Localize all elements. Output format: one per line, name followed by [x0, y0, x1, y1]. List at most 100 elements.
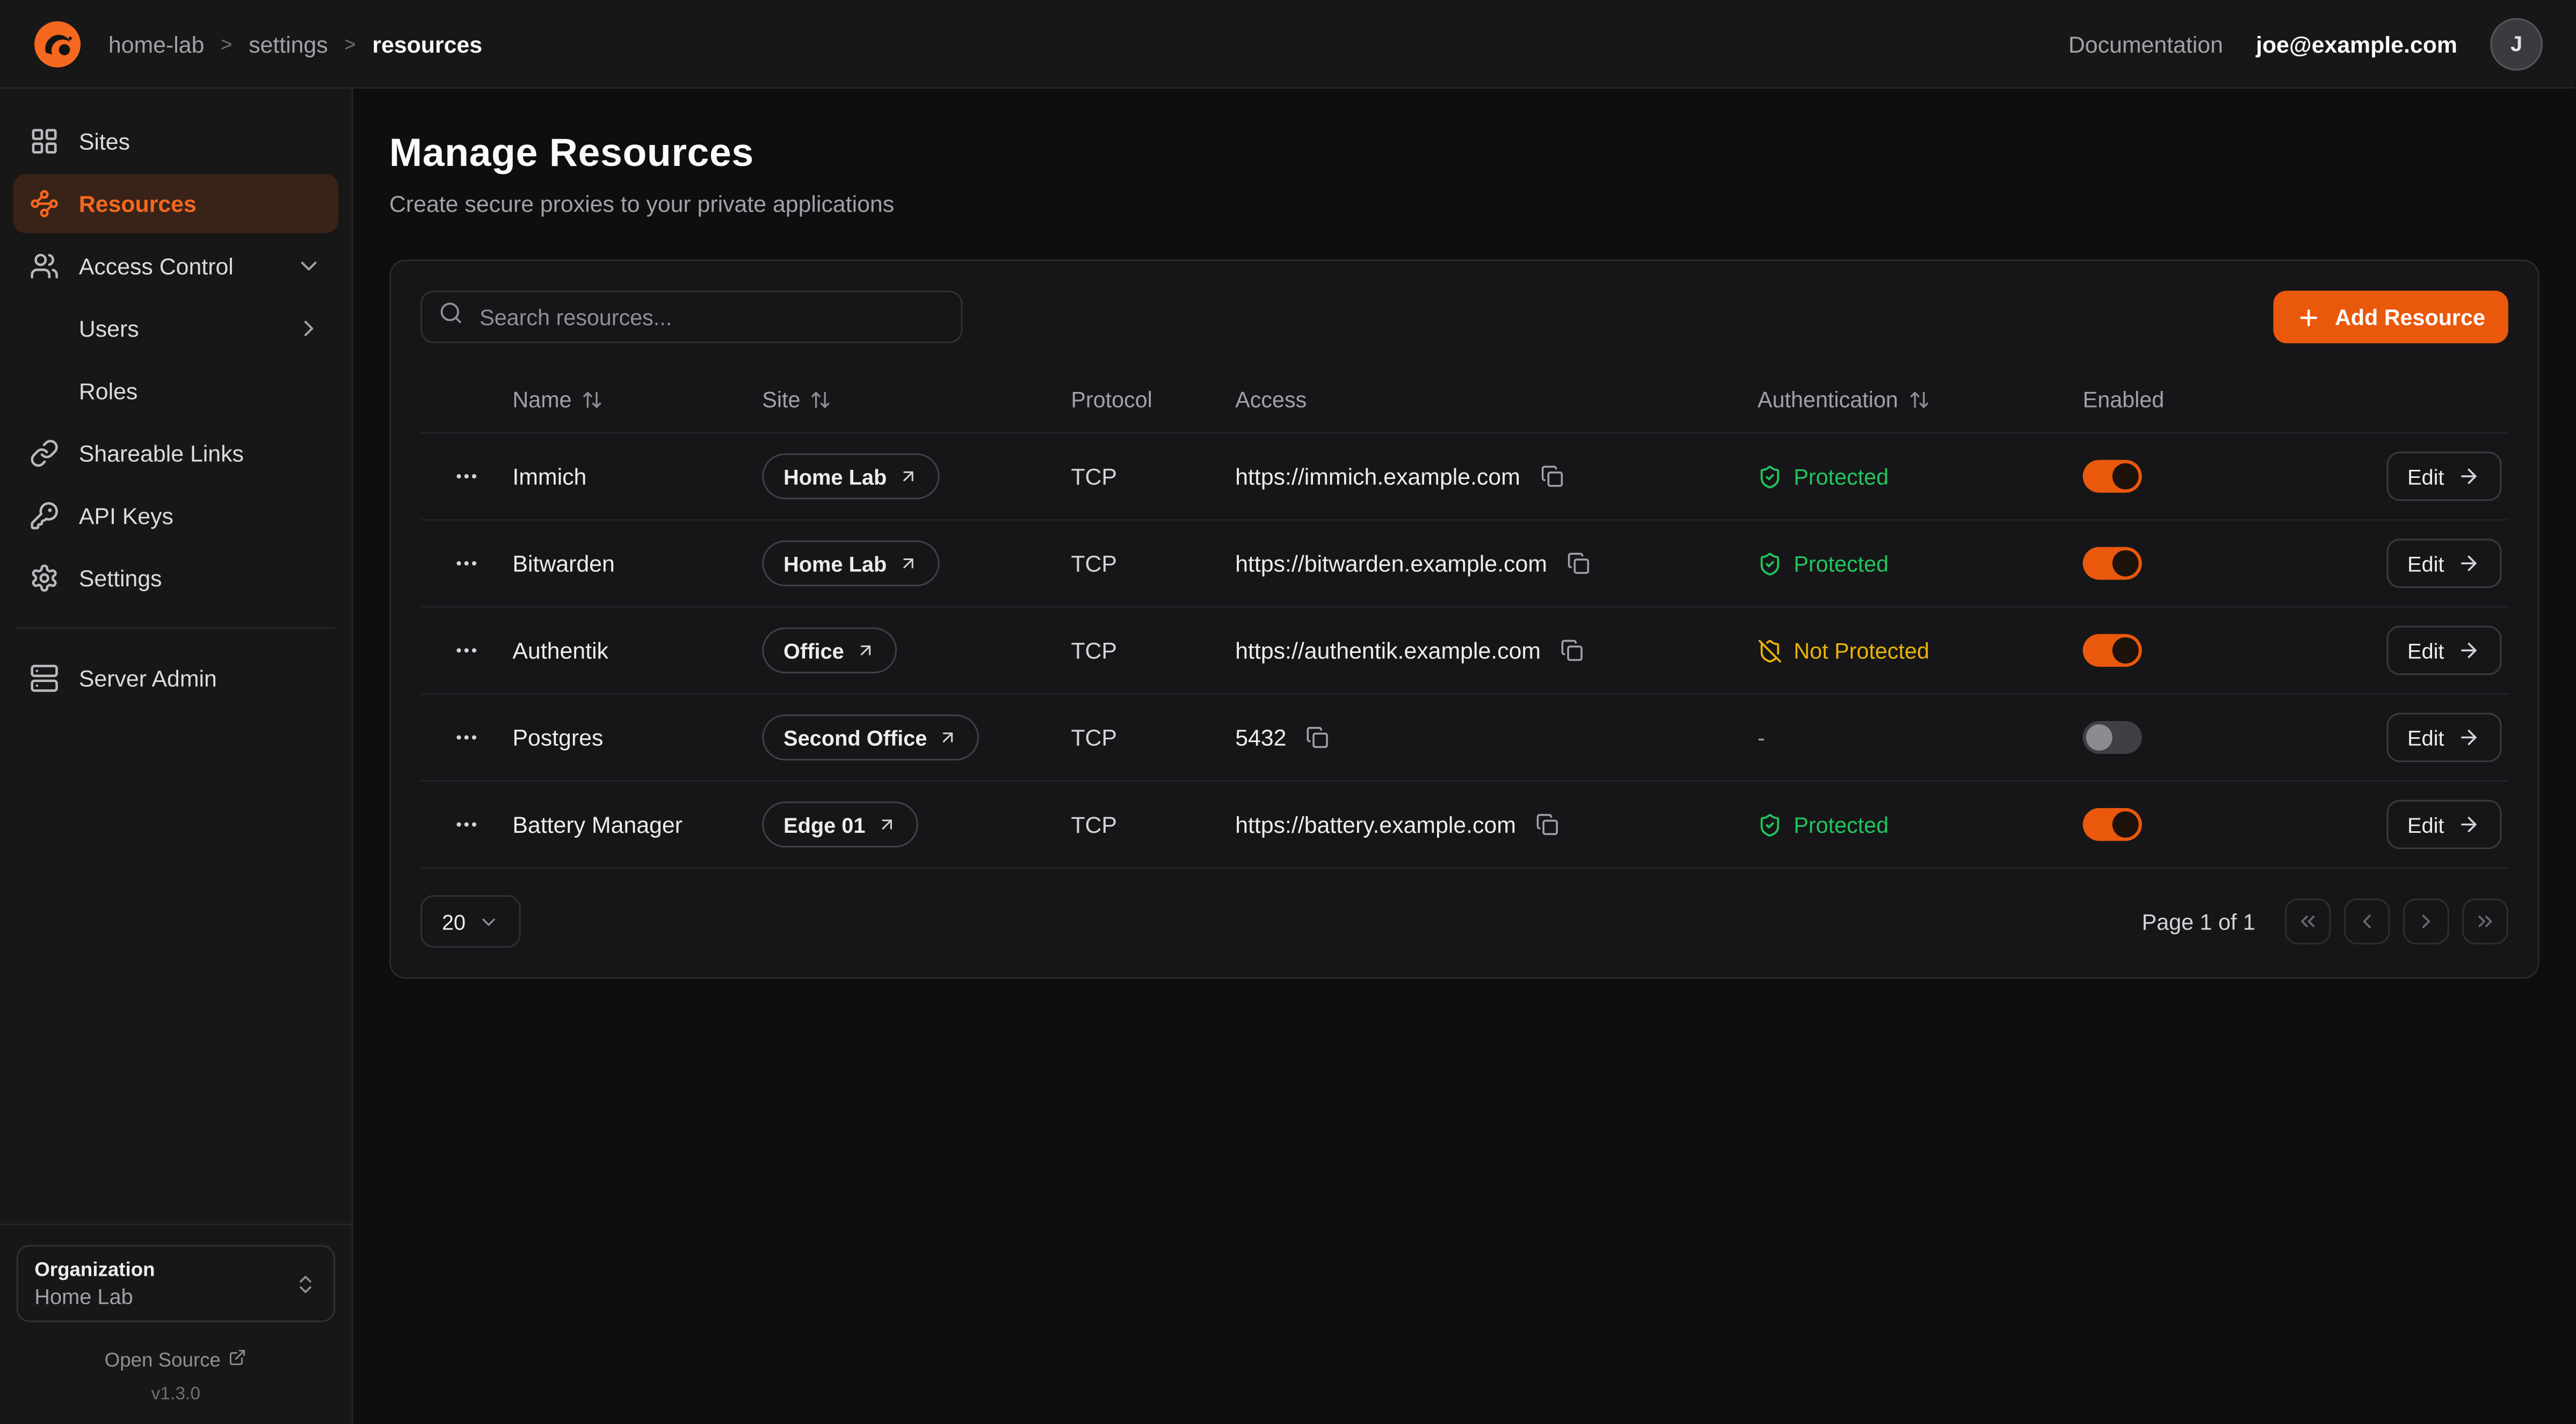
column-header-authentication[interactable]: Authentication [1758, 387, 2083, 411]
edit-button[interactable]: Edit [2386, 713, 2501, 762]
sidebar-item-resources[interactable]: Resources [13, 174, 338, 233]
authentication-status: - [1758, 725, 2083, 750]
next-page-button[interactable] [2403, 898, 2449, 945]
site-link[interactable]: Second Office [762, 715, 979, 761]
table-row: Postgres Second Office TCP 5432 - Edit [420, 695, 2508, 782]
plus-icon [2297, 304, 2322, 329]
sidebar-item-access-control[interactable]: Access Control [13, 236, 338, 295]
enabled-toggle[interactable] [2083, 460, 2142, 492]
copy-button[interactable] [1537, 462, 1566, 491]
arrow-right-icon [2457, 552, 2480, 575]
table-row: Battery Manager Edge 01 TCP https://batt… [420, 782, 2508, 869]
page-title: Manage Resources [389, 132, 2539, 178]
sidebar-item-server-admin[interactable]: Server Admin [13, 649, 338, 708]
shield-check-icon [1758, 551, 1782, 576]
edit-label: Edit [2407, 551, 2444, 576]
enabled-toggle[interactable] [2083, 634, 2142, 667]
resource-name: Postgres [512, 724, 762, 751]
breadcrumb-home-lab[interactable]: home-lab [108, 31, 205, 57]
sidebar-item-label: Roles [79, 378, 137, 404]
column-header-label: Name [512, 387, 571, 411]
enabled-toggle[interactable] [2083, 547, 2142, 580]
sidebar-item-roles[interactable]: Roles [13, 361, 338, 420]
breadcrumb: home-lab > settings > resources [108, 31, 482, 57]
arrow-right-icon [2457, 726, 2480, 749]
pagination: Page 1 of 1 [2142, 898, 2508, 945]
arrow-up-right-icon [898, 467, 918, 486]
authentication-status: Protected [1758, 551, 2083, 576]
table-row: Authentik Office TCP https://authentik.e… [420, 608, 2508, 695]
sort-icon [1908, 388, 1929, 410]
sidebar-bottom: Organization Home Lab Open Source v1.3.0 [0, 1224, 352, 1404]
documentation-link[interactable]: Documentation [2069, 31, 2223, 57]
row-menu-button[interactable] [447, 543, 486, 583]
sidebar-nav: Sites Resources Access Control [13, 112, 338, 708]
search-icon [439, 301, 463, 333]
last-page-button[interactable] [2462, 898, 2508, 945]
edit-button[interactable]: Edit [2386, 626, 2501, 675]
column-header-site[interactable]: Site [762, 387, 1071, 411]
edit-label: Edit [2407, 638, 2444, 663]
site-link[interactable]: Office [762, 627, 896, 673]
site-link[interactable]: Edge 01 [762, 802, 918, 848]
access-url: https://authentik.example.com [1235, 637, 1541, 664]
edit-button[interactable]: Edit [2386, 539, 2501, 588]
avatar[interactable]: J [2490, 17, 2543, 70]
toggle-knob [2086, 724, 2113, 751]
copy-button[interactable] [1303, 723, 1332, 752]
sidebar-item-label: Sites [79, 128, 130, 155]
authentication-label: Protected [1794, 812, 1889, 837]
toggle-knob [2113, 550, 2139, 577]
authentication-status: Not Protected [1758, 638, 2083, 663]
breadcrumb-separator: > [221, 32, 232, 55]
sidebar: Sites Resources Access Control [0, 89, 353, 1424]
row-menu-button[interactable] [447, 718, 486, 757]
toggle-knob [2113, 463, 2139, 490]
external-link-icon [229, 1348, 247, 1371]
arrow-right-icon [2457, 639, 2480, 662]
site-label: Home Lab [783, 464, 887, 489]
enabled-toggle[interactable] [2083, 721, 2142, 754]
row-menu-button[interactable] [447, 456, 486, 496]
resource-name: Authentik [512, 637, 762, 664]
organization-selector[interactable]: Organization Home Lab [17, 1245, 335, 1323]
user-email[interactable]: joe@example.com [2256, 31, 2457, 57]
first-page-button[interactable] [2285, 898, 2331, 945]
app-root: home-lab > settings > resources Document… [0, 0, 2575, 1424]
copy-button[interactable] [1564, 549, 1593, 578]
enabled-toggle[interactable] [2083, 808, 2142, 841]
resource-protocol: TCP [1071, 811, 1235, 838]
breadcrumb-settings[interactable]: settings [249, 31, 328, 57]
authentication-status: Protected [1758, 812, 2083, 837]
sidebar-item-api-keys[interactable]: API Keys [13, 486, 338, 545]
copy-button[interactable] [1533, 810, 1562, 839]
resources-card: Add Resource Name Site [389, 259, 2539, 979]
row-menu-button[interactable] [447, 805, 486, 844]
sidebar-item-settings[interactable]: Settings [13, 549, 338, 608]
previous-page-button[interactable] [2344, 898, 2390, 945]
site-link[interactable]: Home Lab [762, 453, 939, 499]
sidebar-item-users[interactable]: Users [13, 299, 338, 358]
page-size-select[interactable]: 20 [420, 895, 521, 948]
search-input[interactable] [476, 303, 945, 331]
search-box [420, 290, 962, 343]
table-header-row: Name Site Protocol Access [420, 366, 2508, 433]
edit-button[interactable]: Edit [2386, 800, 2501, 849]
pangolin-logo-icon[interactable] [33, 19, 82, 68]
sidebar-item-sites[interactable]: Sites [13, 112, 338, 171]
column-header-label: Enabled [2083, 387, 2165, 411]
card-footer: 20 Page 1 of 1 [420, 895, 2508, 948]
row-menu-button[interactable] [447, 631, 486, 670]
copy-button[interactable] [1557, 636, 1587, 665]
sort-icon [810, 388, 832, 410]
open-source-link[interactable]: Open Source [17, 1348, 335, 1371]
add-resource-button[interactable]: Add Resource [2274, 290, 2508, 343]
column-header-name[interactable]: Name [512, 387, 762, 411]
access-url: 5432 [1235, 724, 1286, 751]
resource-name: Immich [512, 463, 762, 490]
edit-button[interactable]: Edit [2386, 452, 2501, 501]
chevron-down-icon [296, 253, 322, 279]
sidebar-item-shareable-links[interactable]: Shareable Links [13, 424, 338, 483]
site-link[interactable]: Home Lab [762, 540, 939, 586]
access-url: https://bitwarden.example.com [1235, 550, 1547, 577]
